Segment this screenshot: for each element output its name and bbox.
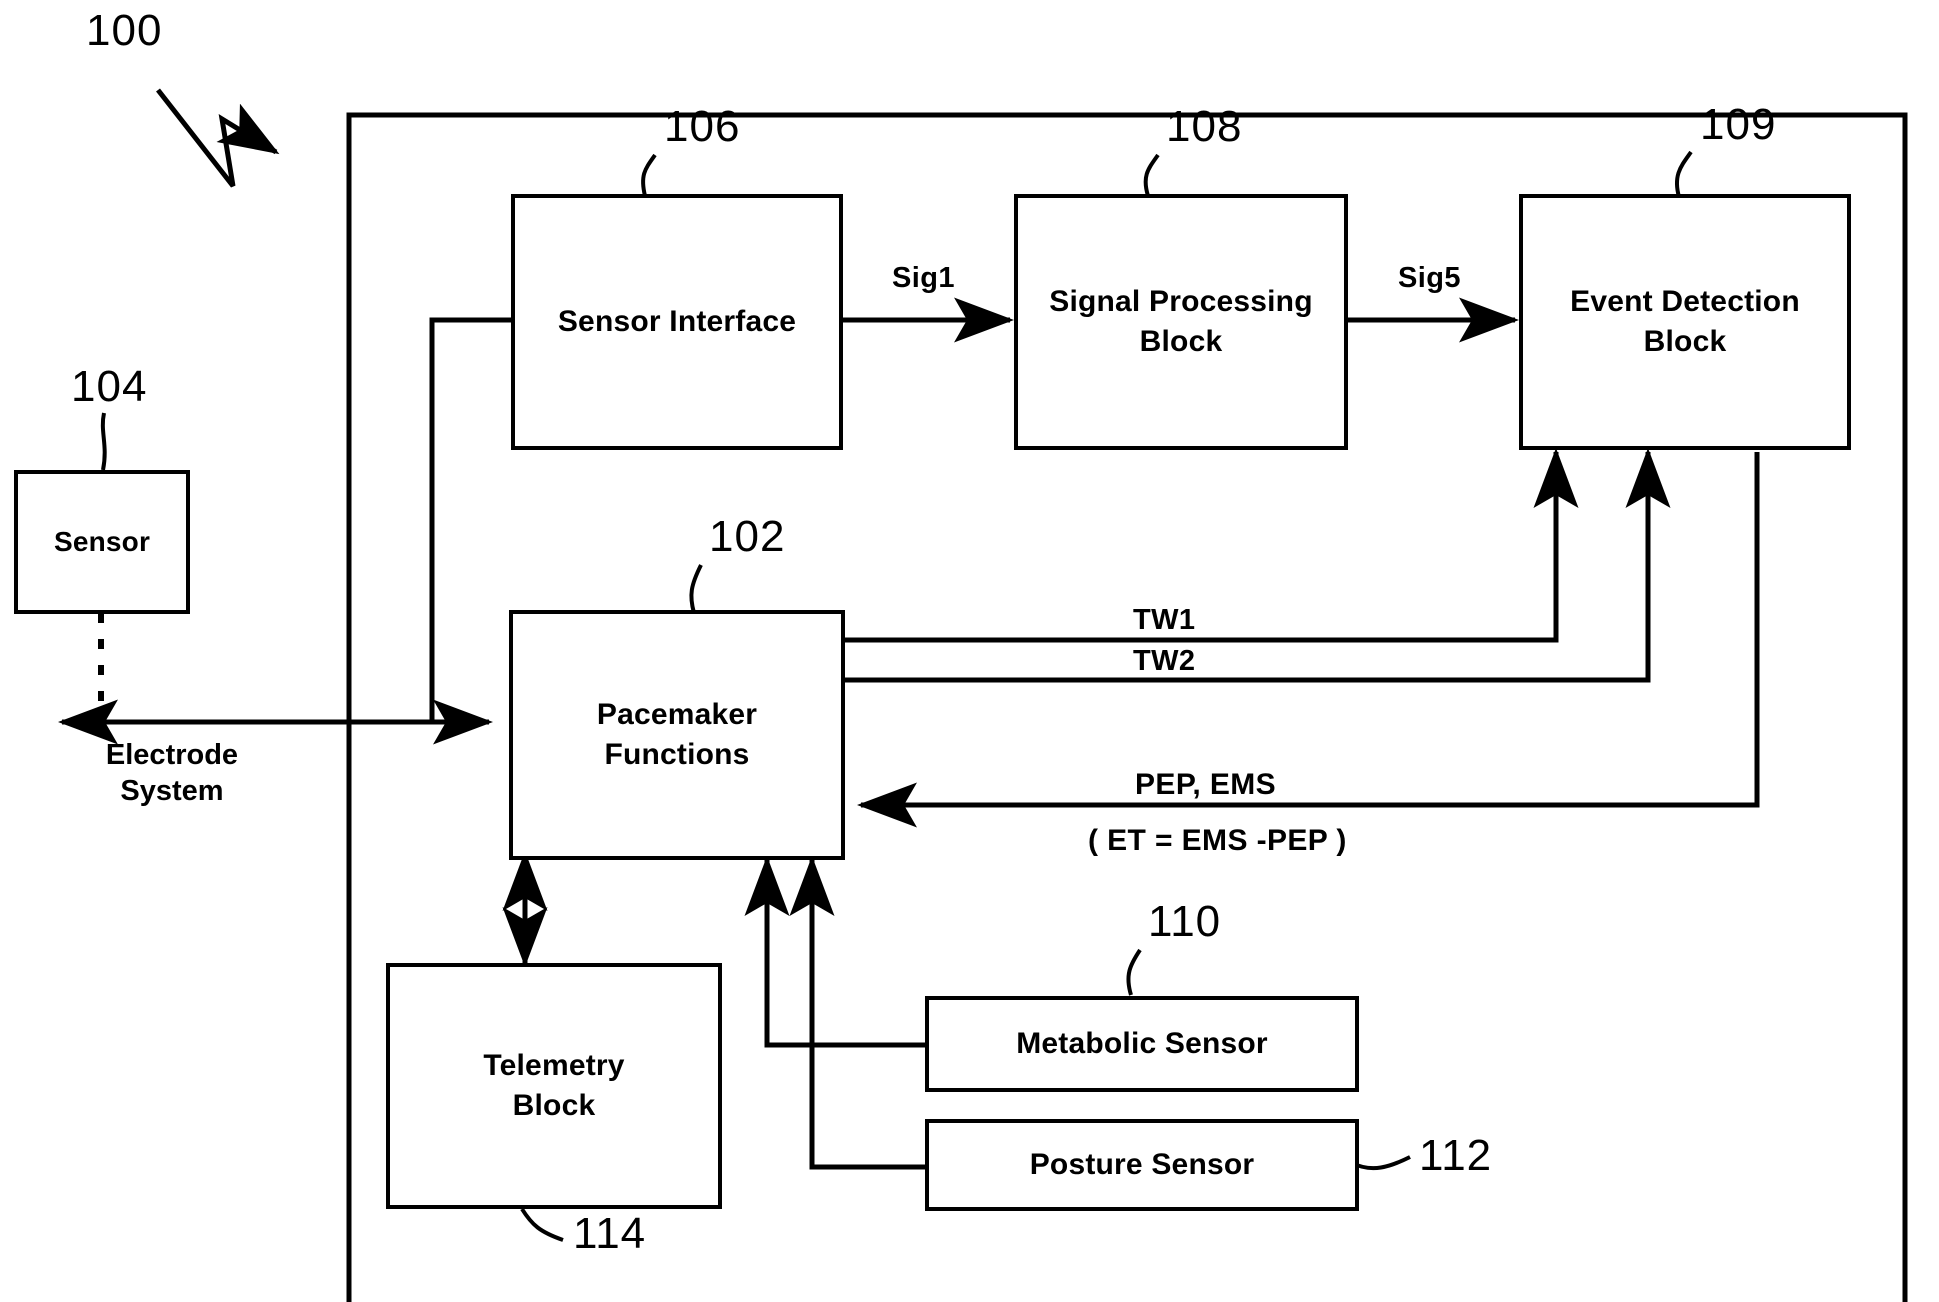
block-sensor[interactable]: Sensor (14, 470, 190, 614)
signal-label-pep-ems: PEP, EMS (1135, 768, 1277, 801)
block-signal-processing-label-line2: Block (1139, 325, 1223, 358)
signal-label-tw1: TW1 (1133, 604, 1196, 636)
block-metabolic-sensor-label: Metabolic Sensor (1016, 1027, 1268, 1061)
annotation-electrode-system-line2: System (120, 775, 224, 808)
block-telemetry-label-line2: Block (512, 1089, 596, 1122)
ref-numeral-106: 106 (664, 102, 741, 151)
block-metabolic-sensor[interactable]: Metabolic Sensor (925, 996, 1359, 1092)
signal-label-sig5: Sig5 (1398, 262, 1461, 294)
block-telemetry[interactable]: Telemetry Block (386, 963, 722, 1209)
signal-label-sig1: Sig1 (892, 262, 955, 294)
block-pacemaker-functions-label-line2: Functions (604, 738, 750, 771)
block-sensor-interface[interactable]: Sensor Interface (511, 194, 843, 450)
ref-numeral-110: 110 (1148, 897, 1222, 946)
block-telemetry-label-line1: Telemetry (483, 1049, 625, 1083)
block-signal-processing[interactable]: Signal Processing Block (1014, 194, 1348, 450)
block-posture-sensor-label: Posture Sensor (1029, 1148, 1255, 1182)
block-posture-sensor[interactable]: Posture Sensor (925, 1119, 1359, 1211)
signal-label-tw2: TW2 (1133, 645, 1196, 677)
ref-numeral-108: 108 (1166, 102, 1243, 151)
signal-label-et-formula: ( ET = EMS -PEP ) (1088, 824, 1347, 857)
block-pacemaker-functions-label-line1: Pacemaker (596, 698, 758, 732)
ref-numeral-100: 100 (86, 6, 163, 55)
block-event-detection-label-line2: Block (1643, 325, 1727, 358)
ref-numeral-114: 114 (573, 1209, 647, 1258)
block-pacemaker-functions[interactable]: Pacemaker Functions (509, 610, 845, 860)
block-event-detection[interactable]: Event Detection Block (1519, 194, 1851, 450)
annotation-electrode-system-line1: Electrode (105, 739, 239, 771)
ref-numeral-102: 102 (709, 512, 786, 561)
block-sensor-interface-label: Sensor Interface (557, 305, 797, 339)
ref-numeral-104: 104 (71, 362, 148, 411)
block-sensor-label: Sensor (53, 525, 151, 557)
figure-canvas: 100 104 106 108 109 102 110 112 114 Sens… (0, 0, 1939, 1302)
annotation-electrode-system: Electrode System (62, 737, 282, 810)
block-event-detection-label-line1: Event Detection (1570, 285, 1800, 319)
ref-numeral-112: 112 (1419, 1131, 1493, 1180)
ref-numeral-109: 109 (1700, 100, 1777, 149)
block-signal-processing-label-line1: Signal Processing (1049, 285, 1313, 319)
